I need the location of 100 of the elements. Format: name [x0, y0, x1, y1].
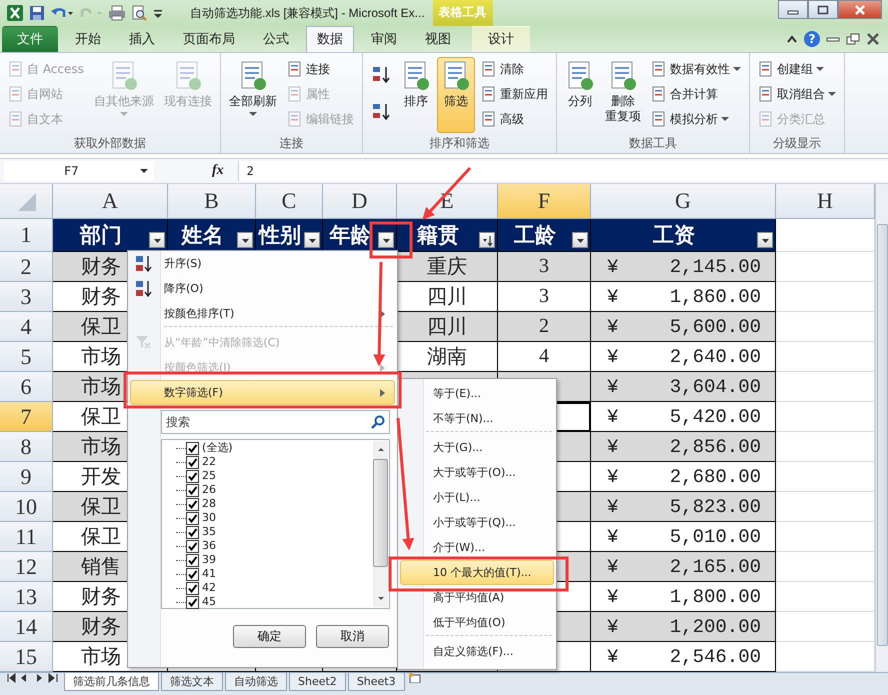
printer-icon[interactable] [108, 5, 126, 21]
ribbon-tab[interactable]: 审阅 [360, 26, 408, 52]
ribbon-button[interactable]: 分列 [560, 57, 599, 133]
maximize-button[interactable] [808, 0, 838, 19]
menu-item[interactable]: 小于(L)... [400, 485, 554, 510]
row-header[interactable]: 6 [0, 372, 53, 402]
ribbon-tab[interactable]: 插入 [118, 26, 166, 52]
close-icon[interactable] [866, 33, 880, 45]
vertical-scrollbar[interactable] [875, 184, 888, 672]
minimize-button[interactable] [778, 0, 808, 19]
checkbox[interactable] [186, 498, 199, 510]
new-sheet-icon[interactable] [406, 673, 423, 683]
search-field[interactable]: 搜索 [161, 410, 390, 434]
print-preview-icon[interactable] [131, 5, 147, 21]
row-header[interactable]: 13 [0, 582, 53, 612]
row-header[interactable]: 10 [0, 492, 53, 522]
checkbox[interactable] [186, 554, 199, 566]
save-icon[interactable] [29, 5, 45, 21]
ribbon-button[interactable]: 数据有效性 [646, 57, 745, 81]
help-icon[interactable]: ? [804, 31, 820, 47]
close-button[interactable] [838, 0, 882, 19]
ribbon-tab[interactable]: 视图 [414, 26, 462, 52]
row-header[interactable]: 3 [0, 282, 53, 312]
row-header[interactable]: 8 [0, 432, 53, 462]
row-header[interactable]: 9 [0, 462, 53, 492]
ribbon-button[interactable]: 高级 [476, 107, 552, 131]
row-header[interactable]: 4 [0, 312, 53, 342]
restore-icon[interactable] [846, 33, 860, 45]
ribbon-button[interactable]: 模拟分析 [646, 107, 745, 131]
filter-button[interactable] [149, 232, 165, 248]
sheet-tab[interactable]: 筛选文本 [161, 673, 223, 691]
row-header[interactable]: 15 [0, 642, 53, 672]
row-header[interactable]: 5 [0, 342, 53, 372]
list-scrollbar[interactable] [373, 441, 388, 607]
menu-item[interactable]: 介于(W)... [400, 535, 554, 560]
ribbon-tab[interactable]: 数据 [306, 26, 354, 52]
column-header[interactable]: A [53, 184, 168, 219]
filter-button[interactable] [572, 232, 588, 248]
sheet-tab[interactable]: 自动筛选 [225, 673, 287, 691]
ribbon-button[interactable]: 创建组 [754, 57, 840, 81]
menu-item[interactable]: 高于平均值(A) [400, 585, 554, 610]
checkbox[interactable] [186, 442, 199, 454]
checkbox[interactable] [186, 540, 199, 552]
menu-item[interactable]: 等于(E)... [400, 381, 554, 406]
ribbon-tab[interactable]: 开始 [64, 26, 112, 52]
checkbox[interactable] [186, 568, 199, 580]
ribbon-tab[interactable]: 公式 [252, 26, 300, 52]
ribbon-button[interactable]: 连接 [282, 57, 358, 81]
menu-item[interactable]: 数字筛选(F) [130, 380, 395, 405]
ribbon-button[interactable]: 重新应用 [476, 82, 552, 106]
checkbox[interactable] [186, 456, 199, 468]
dialog-button[interactable]: 取消 [316, 625, 389, 648]
row-header[interactable]: 12 [0, 552, 53, 582]
menu-item[interactable]: 大于或等于(O)... [400, 460, 554, 485]
ribbon-button[interactable]: 筛选 [436, 57, 475, 133]
filter-button[interactable] [378, 232, 394, 248]
checkbox[interactable] [186, 512, 199, 524]
row-header[interactable]: 2 [0, 252, 53, 282]
filter-button[interactable] [237, 232, 253, 248]
column-header[interactable]: D [323, 184, 397, 219]
sheet-tab[interactable]: Sheet2 [289, 673, 346, 691]
sheet-tab[interactable]: Sheet3 [348, 673, 405, 691]
ribbon-tab[interactable]: 文件 [2, 26, 58, 52]
row-header[interactable]: 7 [0, 402, 53, 432]
column-header[interactable]: B [168, 184, 256, 219]
menu-item[interactable]: 自定义筛选(F)... [400, 639, 554, 664]
menu-item[interactable]: 低于平均值(O) [400, 610, 554, 635]
column-header[interactable]: G [591, 184, 776, 219]
filter-button[interactable] [479, 232, 495, 248]
dialog-button[interactable]: 确定 [233, 625, 306, 648]
filter-button[interactable] [757, 232, 773, 248]
menu-item[interactable]: 10 个最大的值(T)... [400, 560, 554, 585]
formula-input[interactable]: 2 [238, 161, 888, 181]
checkbox[interactable] [186, 526, 199, 538]
column-header[interactable]: F [498, 184, 591, 219]
checkbox[interactable] [186, 596, 199, 608]
collapse-ribbon-icon[interactable] [786, 34, 798, 44]
row-header[interactable]: 1 [0, 219, 53, 252]
menu-item[interactable]: 不等于(N)... [400, 406, 554, 431]
column-header[interactable]: H [776, 184, 875, 219]
ribbon-button[interactable]: 合并计算 [646, 82, 745, 106]
ribbon-button[interactable]: 取消组合 [754, 82, 840, 106]
name-box[interactable]: F7 [4, 161, 154, 181]
checkbox[interactable] [186, 484, 199, 496]
menu-item[interactable]: 大于(G)... [400, 435, 554, 460]
insert-function-button[interactable]: fx [212, 163, 224, 179]
ribbon-button[interactable]: 清除 [476, 57, 552, 81]
ribbon-button[interactable]: 全部刷新 [224, 57, 281, 133]
row-header[interactable]: 14 [0, 612, 53, 642]
checkbox[interactable] [186, 582, 199, 594]
ribbon-button[interactable]: 排序 [396, 57, 435, 133]
row-header[interactable]: 11 [0, 522, 53, 552]
sheet-tab[interactable]: 筛选前几条信息 [64, 673, 159, 691]
ribbon-tab[interactable]: 页面布局 [172, 26, 246, 52]
column-header[interactable]: C [256, 184, 323, 219]
filter-button[interactable] [304, 232, 320, 248]
ribbon-button[interactable]: 删除 重复项 [600, 57, 645, 133]
ribbon-tab[interactable]: 设计 [472, 26, 530, 52]
menu-item[interactable]: 小于或等于(Q)... [400, 510, 554, 535]
checkbox[interactable] [186, 470, 199, 482]
